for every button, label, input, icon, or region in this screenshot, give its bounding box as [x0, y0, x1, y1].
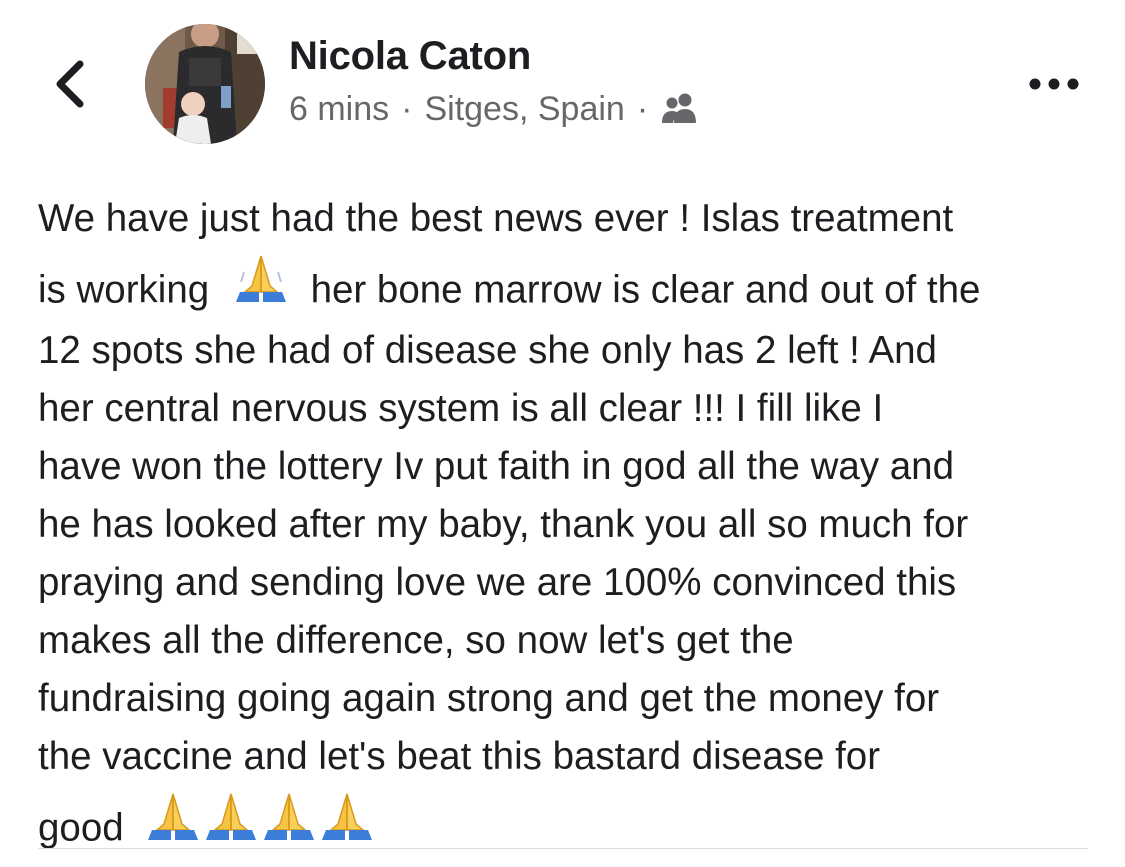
post-time[interactable]: 6 mins [289, 90, 389, 129]
post-text-line: praying and sending love we are 100% con… [38, 561, 957, 604]
meta-separator: · [401, 90, 413, 128]
post-meta: 6 mins · Sitges, Spain · [289, 88, 700, 131]
author-name[interactable]: Nicola Caton [289, 34, 531, 79]
post-text-line: makes all the difference, so now let's g… [38, 619, 794, 662]
post-text-segment: is working [38, 268, 210, 312]
folded-hands-emoji [144, 790, 202, 863]
post-text-line: 12 spots she had of disease she only has… [38, 329, 937, 372]
post-text-line: he has looked after my baby, thank you a… [38, 503, 969, 546]
back-button[interactable] [44, 52, 104, 116]
friends-icon [660, 91, 700, 134]
post-text-segment: her bone marrow is clear and out of the [310, 268, 981, 312]
post-text-line: fundraising going again strong and get t… [38, 677, 940, 720]
post-text-line: her central nervous system is all clear … [38, 387, 884, 430]
post-text-line: have won the lottery Iv put faith in god… [38, 445, 955, 488]
post-header: Nicola Caton 6 mins · Sitges, Spain · [0, 0, 1125, 170]
folded-hands-emoji [318, 790, 376, 863]
folded-hands-emoji [202, 790, 260, 863]
post-text-line: is working her bone marrow is clear and … [38, 255, 1108, 322]
post-text-segment: good [38, 806, 124, 850]
post-text: We have just had the best news ever ! Is… [38, 190, 1108, 860]
meta-separator: · [636, 90, 649, 128]
more-horizontal-icon [1029, 78, 1079, 90]
chevron-left-icon [56, 60, 84, 108]
post-location[interactable]: Sitges, Spain [424, 90, 624, 129]
post-text-line: We have just had the best news ever ! Is… [38, 197, 954, 240]
post-divider [38, 848, 1088, 849]
folded-hands-emoji [232, 252, 290, 325]
avatar[interactable] [145, 24, 265, 144]
post-text-line: good [38, 793, 1108, 860]
folded-hands-emoji [260, 790, 318, 863]
more-options-button[interactable] [1026, 66, 1082, 102]
post-text-line: the vaccine and let's beat this bastard … [38, 735, 881, 778]
